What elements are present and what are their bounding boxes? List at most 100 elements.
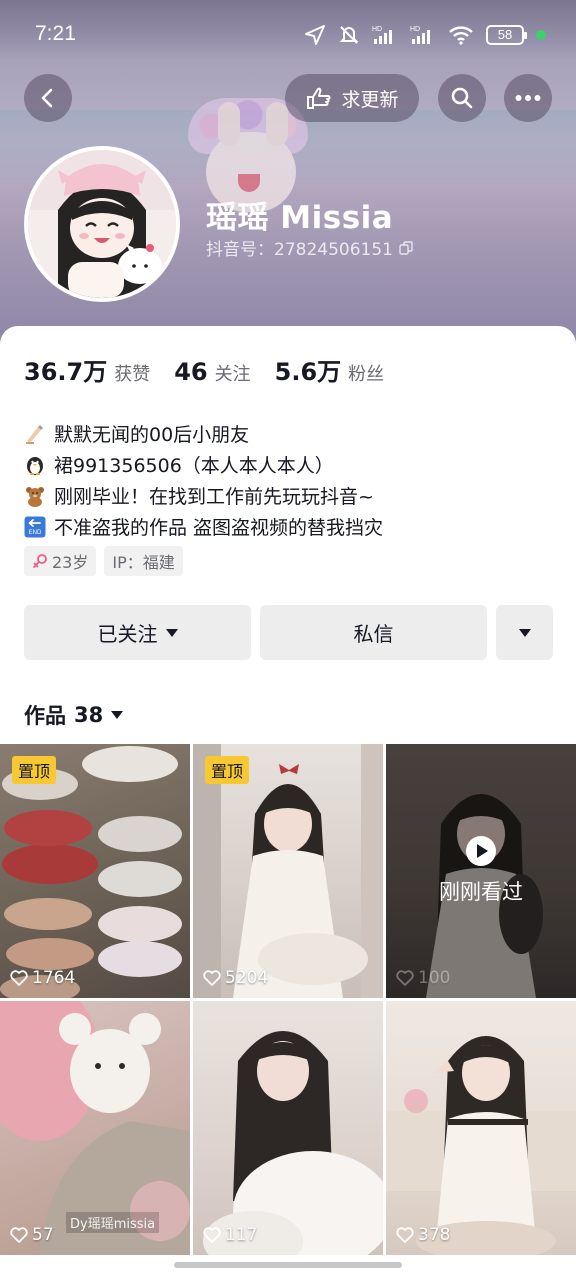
teddy-bear-icon <box>24 485 46 507</box>
bio-text: 不准盗我的作品 盗图盗视频的替我挡灾 <box>54 517 384 539</box>
request-update-button[interactable]: 求更新 <box>285 74 419 122</box>
like-count: 57 <box>10 1225 54 1245</box>
bio[interactable]: 默默无闻的00后小朋友 裙991356506（本人本人本人） 刚刚毕业！在找到工… <box>24 418 564 542</box>
home-indicator[interactable] <box>174 1262 402 1268</box>
search-button[interactable] <box>438 74 486 122</box>
heart-icon <box>10 1227 28 1243</box>
person-image <box>203 1031 383 1255</box>
svg-text:END: END <box>29 530 42 536</box>
video-thumbnail[interactable]: 置顶 5204 <box>193 744 383 998</box>
status-bar: 7:21 HD HD 58 <box>0 0 576 70</box>
caret-down-icon <box>518 628 531 637</box>
video-thumbnail[interactable]: 378 <box>386 1001 576 1255</box>
status-time: 7:21 <box>35 22 76 45</box>
stat-following[interactable]: 46 关注 <box>174 358 250 386</box>
like-count-text: 1764 <box>32 968 76 988</box>
stat-label: 获赞 <box>114 364 151 385</box>
recently-watched-overlay: 刚刚看过 <box>386 744 576 998</box>
heart-icon <box>396 970 414 986</box>
watermark: Dy瑶瑶missia <box>66 1212 160 1233</box>
status-dot <box>536 30 546 40</box>
search-icon <box>451 87 473 109</box>
followed-button[interactable]: 已关注 <box>24 605 251 660</box>
avatar-illustration <box>28 150 176 298</box>
video-thumbnail[interactable]: 置顶 1764 <box>0 744 190 998</box>
age-text: 23岁 <box>52 553 89 572</box>
avatar[interactable] <box>24 146 180 302</box>
video-thumbnail[interactable]: Dy瑶瑶missia 57 <box>0 1001 190 1255</box>
message-label: 私信 <box>353 622 394 646</box>
age-tag: 23岁 <box>24 546 97 576</box>
mute-icon <box>338 23 360 47</box>
battery-indicator: 58 <box>486 25 527 45</box>
request-update-label: 求更新 <box>341 88 399 111</box>
bio-text: 裙991356506（本人本人本人） <box>54 455 334 477</box>
stat-value: 46 <box>174 358 208 386</box>
like-count-text: 100 <box>418 968 451 988</box>
heart-icon <box>203 970 221 986</box>
profile-tags: 23岁 IP：福建 <box>24 546 183 576</box>
signal-icon: HD <box>410 23 436 47</box>
like-count: 378 <box>396 1225 450 1245</box>
pinned-badge: 置顶 <box>205 756 250 784</box>
message-button[interactable]: 私信 <box>260 605 487 660</box>
douyin-id-text: 抖音号：27824506151 <box>206 240 393 260</box>
status-icons: HD HD 58 <box>304 22 546 48</box>
signal-icon: HD <box>372 23 398 47</box>
heart-icon <box>10 970 28 986</box>
chevron-left-icon <box>41 88 53 108</box>
works-label: 作品 <box>24 704 66 728</box>
like-count: 5204 <box>203 968 268 988</box>
like-count: 100 <box>396 968 450 988</box>
stat-label: 粉丝 <box>348 364 385 385</box>
heart-icon <box>396 1227 414 1243</box>
location-icon <box>304 23 326 47</box>
more-dots-icon <box>515 95 541 101</box>
bio-line: END 不准盗我的作品 盗图盗视频的替我挡灾 <box>24 511 564 542</box>
svg-text:HD: HD <box>372 26 382 33</box>
pointing-hand-icon <box>307 87 331 109</box>
stats-row: 36.7万 获赞 46 关注 5.6万 粉丝 <box>24 352 408 387</box>
plush-ear <box>266 102 288 146</box>
wifi-icon <box>448 23 474 47</box>
ip-text: IP：福建 <box>112 553 175 572</box>
writing-hand-icon <box>24 423 46 445</box>
like-count-text: 5204 <box>225 968 269 988</box>
works-tab[interactable]: 作品 38 <box>24 700 124 730</box>
bio-text: 刚刚毕业！在找到工作前先玩玩抖音~ <box>54 486 374 508</box>
back-button[interactable] <box>24 74 72 122</box>
like-count-text: 57 <box>32 1225 54 1245</box>
video-grid: 置顶 1764 置顶 5204 刚刚看过 100 Dy瑶瑶missia 57 1… <box>0 744 576 1255</box>
douyin-id[interactable]: 抖音号：27824506151 <box>206 235 413 260</box>
bio-line: 裙991356506（本人本人本人） <box>24 449 564 480</box>
like-count: 1764 <box>10 968 75 988</box>
stat-likes[interactable]: 36.7万 获赞 <box>24 352 150 387</box>
stat-followers[interactable]: 5.6万 粉丝 <box>275 352 385 387</box>
person-image <box>386 1036 576 1255</box>
video-thumbnail[interactable]: 117 <box>193 1001 383 1255</box>
bio-line: 刚刚毕业！在找到工作前先玩玩抖音~ <box>24 480 564 511</box>
end-arrow-icon: END <box>24 516 46 538</box>
works-count: 38 <box>74 703 104 727</box>
video-thumbnail[interactable]: 刚刚看过 100 <box>386 744 576 998</box>
like-count-text: 117 <box>225 1225 258 1245</box>
ip-tag: IP：福建 <box>104 546 183 576</box>
play-icon <box>466 836 496 866</box>
svg-text:HD: HD <box>410 26 420 33</box>
bio-text: 默默无闻的00后小朋友 <box>54 424 250 446</box>
followed-label: 已关注 <box>97 622 158 646</box>
stat-label: 关注 <box>214 364 251 385</box>
stat-value: 36.7万 <box>24 358 108 386</box>
caret-down-icon <box>111 711 124 719</box>
more-button[interactable] <box>504 74 552 122</box>
like-count: 117 <box>203 1225 257 1245</box>
action-buttons: 已关注 私信 <box>24 605 553 660</box>
recently-watched-text: 刚刚看过 <box>439 880 523 904</box>
caret-down-icon <box>165 628 178 637</box>
more-options-button[interactable] <box>496 605 553 660</box>
nickname: 瑶瑶 Missia <box>206 200 394 236</box>
copy-icon[interactable] <box>399 240 413 255</box>
plush-ear <box>218 102 240 146</box>
like-count-text: 378 <box>418 1225 451 1245</box>
pinned-badge: 置顶 <box>12 756 57 784</box>
